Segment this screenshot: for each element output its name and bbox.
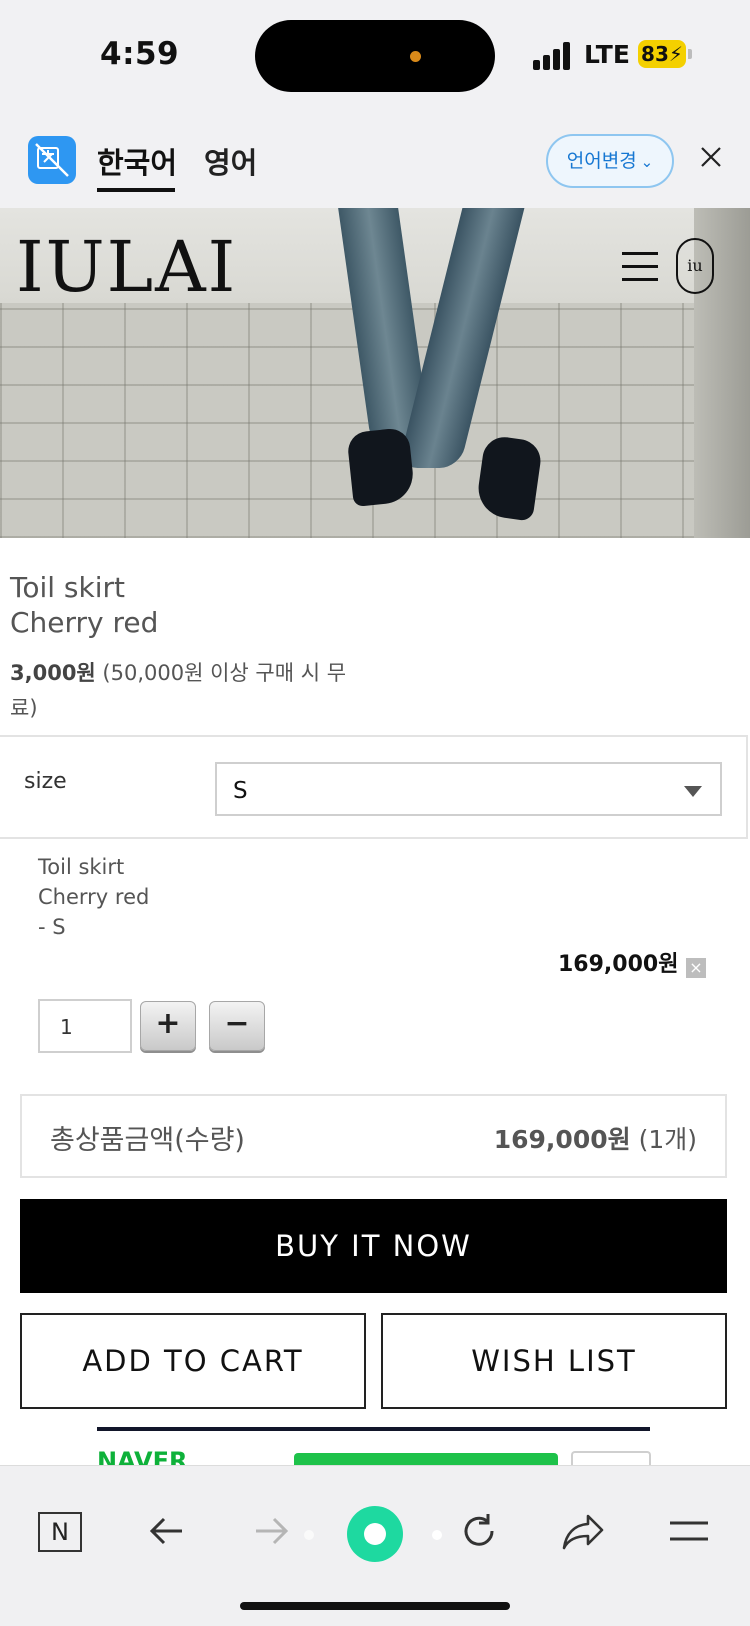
close-icon[interactable] — [696, 142, 726, 172]
site-logo[interactable]: IULAI — [16, 226, 237, 308]
status-time: 4:59 — [100, 36, 180, 72]
home-indicator — [240, 1602, 510, 1610]
battery-level: 83⚡ — [638, 40, 686, 68]
total-amount: 169,000원 — [493, 1125, 631, 1154]
selected-item-price: 169,000원 — [558, 952, 679, 977]
hamburger-menu-icon[interactable] — [622, 252, 658, 282]
product-title: Toil skirt Cherry red — [10, 570, 158, 640]
change-language-label: 언어변경 — [566, 150, 637, 172]
refresh-icon[interactable] — [454, 1508, 504, 1554]
page-dot — [432, 1530, 442, 1540]
selected-item-option: - S — [38, 915, 66, 939]
tab-korean[interactable]: 한국어 — [97, 140, 177, 182]
battery-cap — [688, 49, 692, 59]
signal-bars-icon — [533, 42, 573, 70]
dropdown-caret-icon — [684, 786, 702, 797]
quantity-input[interactable]: 1 — [38, 999, 132, 1053]
tab-english[interactable]: 영어 — [204, 140, 257, 182]
translate-icon[interactable] — [28, 136, 76, 184]
shipping-fee: 3,000원 — [10, 661, 96, 685]
product-name-line1: Toil skirt — [10, 571, 126, 604]
hero-product-image: IULAI iu — [0, 208, 750, 538]
shipping-fee-info: 3,000원 (50,000원 이상 구매 시 무료) — [10, 656, 370, 726]
dynamic-island — [255, 20, 495, 92]
active-tab-indicator — [97, 188, 175, 192]
remove-item-icon[interactable]: × — [686, 958, 706, 978]
buy-now-button[interactable]: BUY IT NOW — [20, 1199, 727, 1293]
camera-indicator-dot — [410, 51, 421, 62]
size-selected-value: S — [233, 778, 248, 804]
total-count: (1개) — [630, 1125, 697, 1154]
size-label: size — [24, 769, 67, 794]
size-select[interactable]: S — [215, 762, 722, 816]
selected-item-line2: Cherry red — [38, 885, 150, 909]
share-icon[interactable] — [558, 1508, 608, 1554]
chevron-down-icon: ⌄ — [640, 153, 654, 171]
selected-item-line1: Toil skirt — [38, 855, 125, 879]
n-icon[interactable]: N — [38, 1512, 82, 1552]
quantity-minus-button[interactable]: − — [209, 1001, 265, 1051]
wish-list-button[interactable]: WISH LIST — [381, 1313, 727, 1409]
page-dot — [304, 1530, 314, 1540]
browser-toolbar: N — [0, 1465, 750, 1626]
product-name-line2: Cherry red — [10, 606, 159, 639]
network-type: LTE — [584, 40, 630, 69]
selected-item-name: Toil skirt Cherry red - S — [38, 852, 149, 942]
naver-pay-divider — [97, 1427, 650, 1431]
forward-arrow-icon[interactable] — [246, 1508, 296, 1554]
total-value: 169,000원 (1개) — [494, 1120, 697, 1156]
add-to-cart-button[interactable]: ADD TO CART — [20, 1313, 366, 1409]
total-price-box: 총상품금액(수량) 169,000원 (1개) — [20, 1094, 727, 1178]
brand-badge-icon[interactable]: iu — [676, 238, 714, 294]
quantity-plus-button[interactable]: + — [140, 1001, 196, 1051]
total-label: 총상품금액(수량) — [50, 1125, 245, 1156]
change-language-button[interactable]: 언어변경 ⌄ — [546, 134, 674, 188]
size-option-row: size S — [0, 735, 748, 839]
menu-icon[interactable] — [664, 1508, 714, 1554]
back-arrow-icon[interactable] — [142, 1508, 192, 1554]
green-dot-icon[interactable] — [347, 1506, 403, 1562]
